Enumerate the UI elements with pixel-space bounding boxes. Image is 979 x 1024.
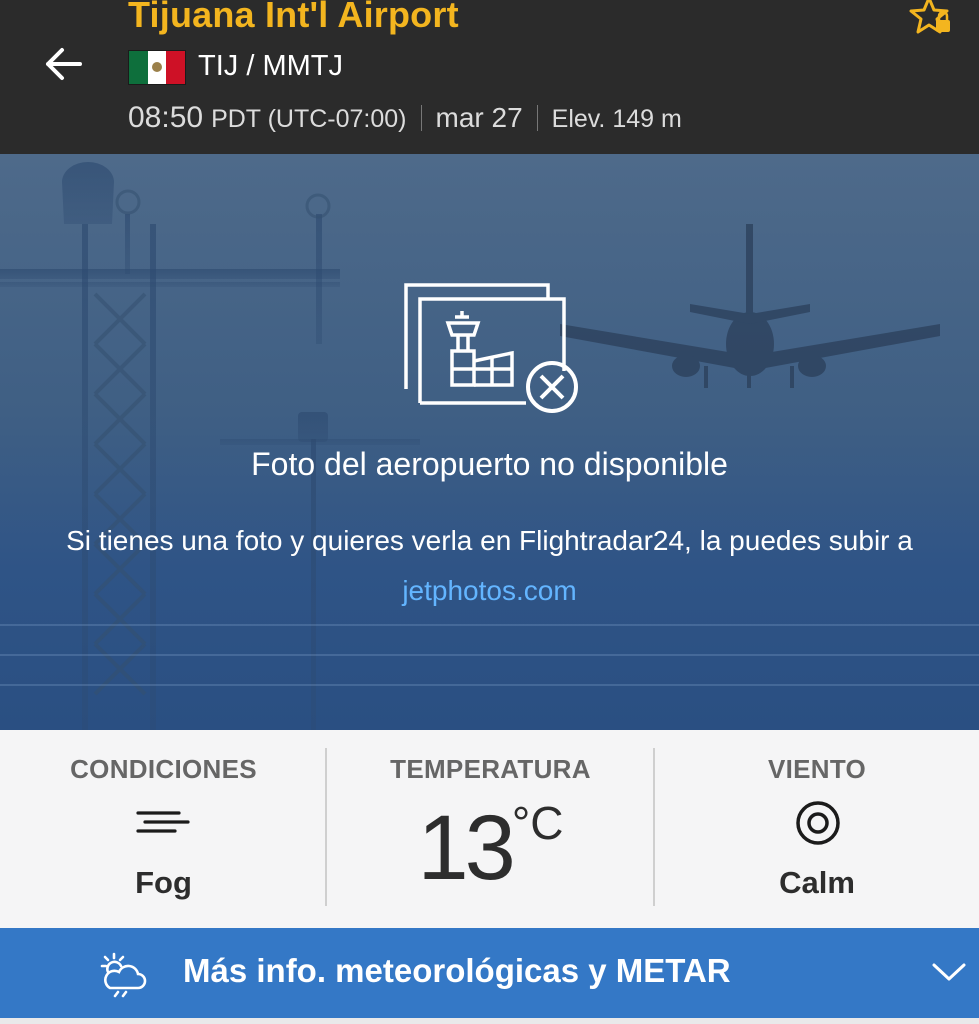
more-weather-info-button[interactable]: Más info. meteorológicas y METAR [0, 928, 979, 1018]
background-illustration [0, 162, 979, 730]
chevron-down-icon[interactable] [931, 961, 967, 983]
calm-wind-icon [796, 801, 840, 845]
back-arrow-icon[interactable] [42, 44, 84, 84]
no-photo-message-text: Si tienes una foto y quieres verla en Fl… [66, 525, 913, 556]
temperature-column: TEMPERATURA 13°C [327, 730, 654, 928]
airport-header: Tijuana Int'l Airport TIJ / MMTJ 08:50 P… [0, 0, 979, 154]
conditions-column: CONDICIONES Fog [0, 730, 327, 928]
airport-codes: TIJ / MMTJ [198, 50, 343, 82]
airport-name: Tijuana Int'l Airport [128, 0, 459, 35]
wind-label: VIENTO [767, 754, 867, 784]
star-lock-icon[interactable] [908, 0, 954, 38]
temperature-reading: 13°C [327, 796, 654, 901]
temperature-unit: °C [511, 797, 564, 849]
conditions-value: Fog [135, 865, 192, 900]
wind-value: Calm [779, 865, 855, 900]
no-photo-title: Foto del aeropuerto no disponible [251, 446, 728, 482]
airport-info-line: 08:50 PDT (UTC-07:00) mar 27 Elev. 149 m [128, 101, 682, 135]
local-time: 08:50 [128, 101, 204, 134]
conditions-label: CONDICIONES [70, 754, 257, 784]
jetphotos-link[interactable]: jetphotos.com [402, 575, 576, 606]
temperature-label: TEMPERATURA [390, 754, 591, 784]
weather-cloud-sun-icon [100, 952, 147, 998]
airport-photo-placeholder: Foto del aeropuerto no disponible Si tie… [0, 154, 979, 730]
elevation: Elev. 149 m [551, 105, 682, 133]
no-photo-message: Si tienes una foto y quieres verla en Fl… [40, 516, 939, 616]
divider [420, 105, 422, 131]
local-date: mar 27 [435, 102, 523, 133]
mexico-flag [128, 50, 186, 85]
bottom-edge [0, 1018, 979, 1024]
weather-summary: CONDICIONES Fog TEMPERATURA 13°C VIENTO … [0, 730, 979, 928]
photo-unavailable-icon [404, 283, 578, 413]
fog-icon [136, 811, 190, 833]
temperature-value: 13 [417, 797, 516, 899]
more-weather-info-label: Más info. meteorológicas y METAR [183, 952, 731, 989]
timezone: PDT (UTC-07:00) [211, 105, 407, 133]
divider [536, 105, 538, 131]
